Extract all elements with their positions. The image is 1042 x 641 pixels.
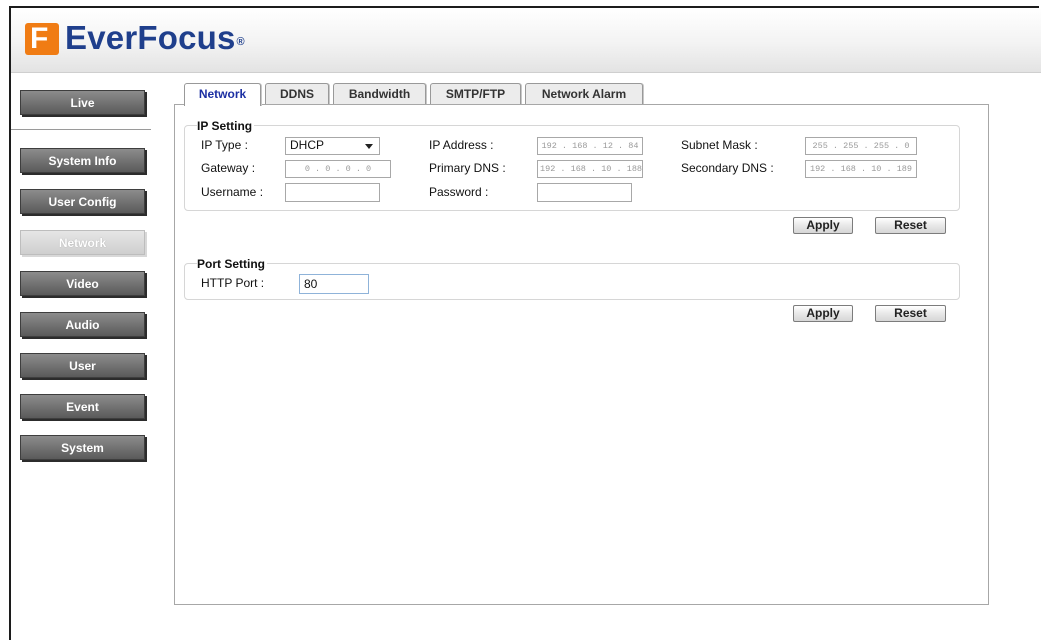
sidebar-item-network[interactable]: Network <box>20 230 145 255</box>
http-port-label: HTTP Port : <box>201 276 265 290</box>
primary-dns-field[interactable]: 192 . 168 . 10 . 188 <box>537 160 643 178</box>
ip-type-select[interactable]: DHCP <box>285 137 380 155</box>
sidebar-item-audio[interactable]: Audio <box>20 312 145 337</box>
tab-bandwidth[interactable]: Bandwidth <box>333 83 426 105</box>
header: F EverFocus® <box>11 8 1041 73</box>
secondary-dns-label: Secondary DNS : <box>681 161 774 175</box>
chevron-down-icon <box>365 144 373 149</box>
ip-apply-button[interactable]: Apply <box>793 217 853 234</box>
sidebar-item-user-config[interactable]: User Config <box>20 189 145 214</box>
ip-type-label: IP Type : <box>201 138 248 152</box>
sidebar-item-user[interactable]: User <box>20 353 145 378</box>
username-label: Username : <box>201 185 264 199</box>
tab-ddns[interactable]: DDNS <box>265 83 329 105</box>
ip-address-field[interactable]: 192 . 168 . 12 . 84 <box>537 137 643 155</box>
primary-dns-label: Primary DNS : <box>429 161 506 175</box>
logo-text: EverFocus® <box>65 19 245 57</box>
ip-type-value: DHCP <box>290 138 325 152</box>
ip-reset-button[interactable]: Reset <box>875 217 946 234</box>
secondary-dns-field[interactable]: 192 . 168 . 10 . 189 <box>805 160 917 178</box>
password-field[interactable] <box>537 183 632 202</box>
sidebar-item-system-info[interactable]: System Info <box>20 148 145 173</box>
tab-smtp-ftp[interactable]: SMTP/FTP <box>430 83 521 105</box>
port-setting-title: Port Setting <box>197 257 267 271</box>
sidebar-item-video[interactable]: Video <box>20 271 145 296</box>
password-label: Password : <box>429 185 489 199</box>
app-frame: F EverFocus® Live System Info User Confi… <box>9 6 1041 640</box>
registered-mark: ® <box>236 36 245 48</box>
ip-address-label: IP Address : <box>429 138 494 152</box>
subnet-mask-field[interactable]: 255 . 255 . 255 . 0 <box>805 137 917 155</box>
sidebar-item-system[interactable]: System <box>20 435 145 460</box>
username-field[interactable] <box>285 183 380 202</box>
logo-mark-letter: F <box>30 22 49 55</box>
tab-network[interactable]: Network <box>184 83 261 106</box>
tab-network-alarm[interactable]: Network Alarm <box>525 83 643 105</box>
logo-mark-icon: F <box>25 22 59 55</box>
subnet-mask-label: Subnet Mask : <box>681 138 758 152</box>
port-apply-button[interactable]: Apply <box>793 305 853 322</box>
ip-setting-title: IP Setting <box>197 119 255 133</box>
sidebar-divider <box>11 129 151 130</box>
sidebar-item-event[interactable]: Event <box>20 394 145 419</box>
brand-name: EverFocus <box>65 19 236 56</box>
sidebar-item-live[interactable]: Live <box>20 90 145 115</box>
http-port-field[interactable]: 80 <box>299 274 369 294</box>
gateway-field[interactable]: 0 . 0 . 0 . 0 <box>285 160 391 178</box>
gateway-label: Gateway : <box>201 161 256 175</box>
port-reset-button[interactable]: Reset <box>875 305 946 322</box>
